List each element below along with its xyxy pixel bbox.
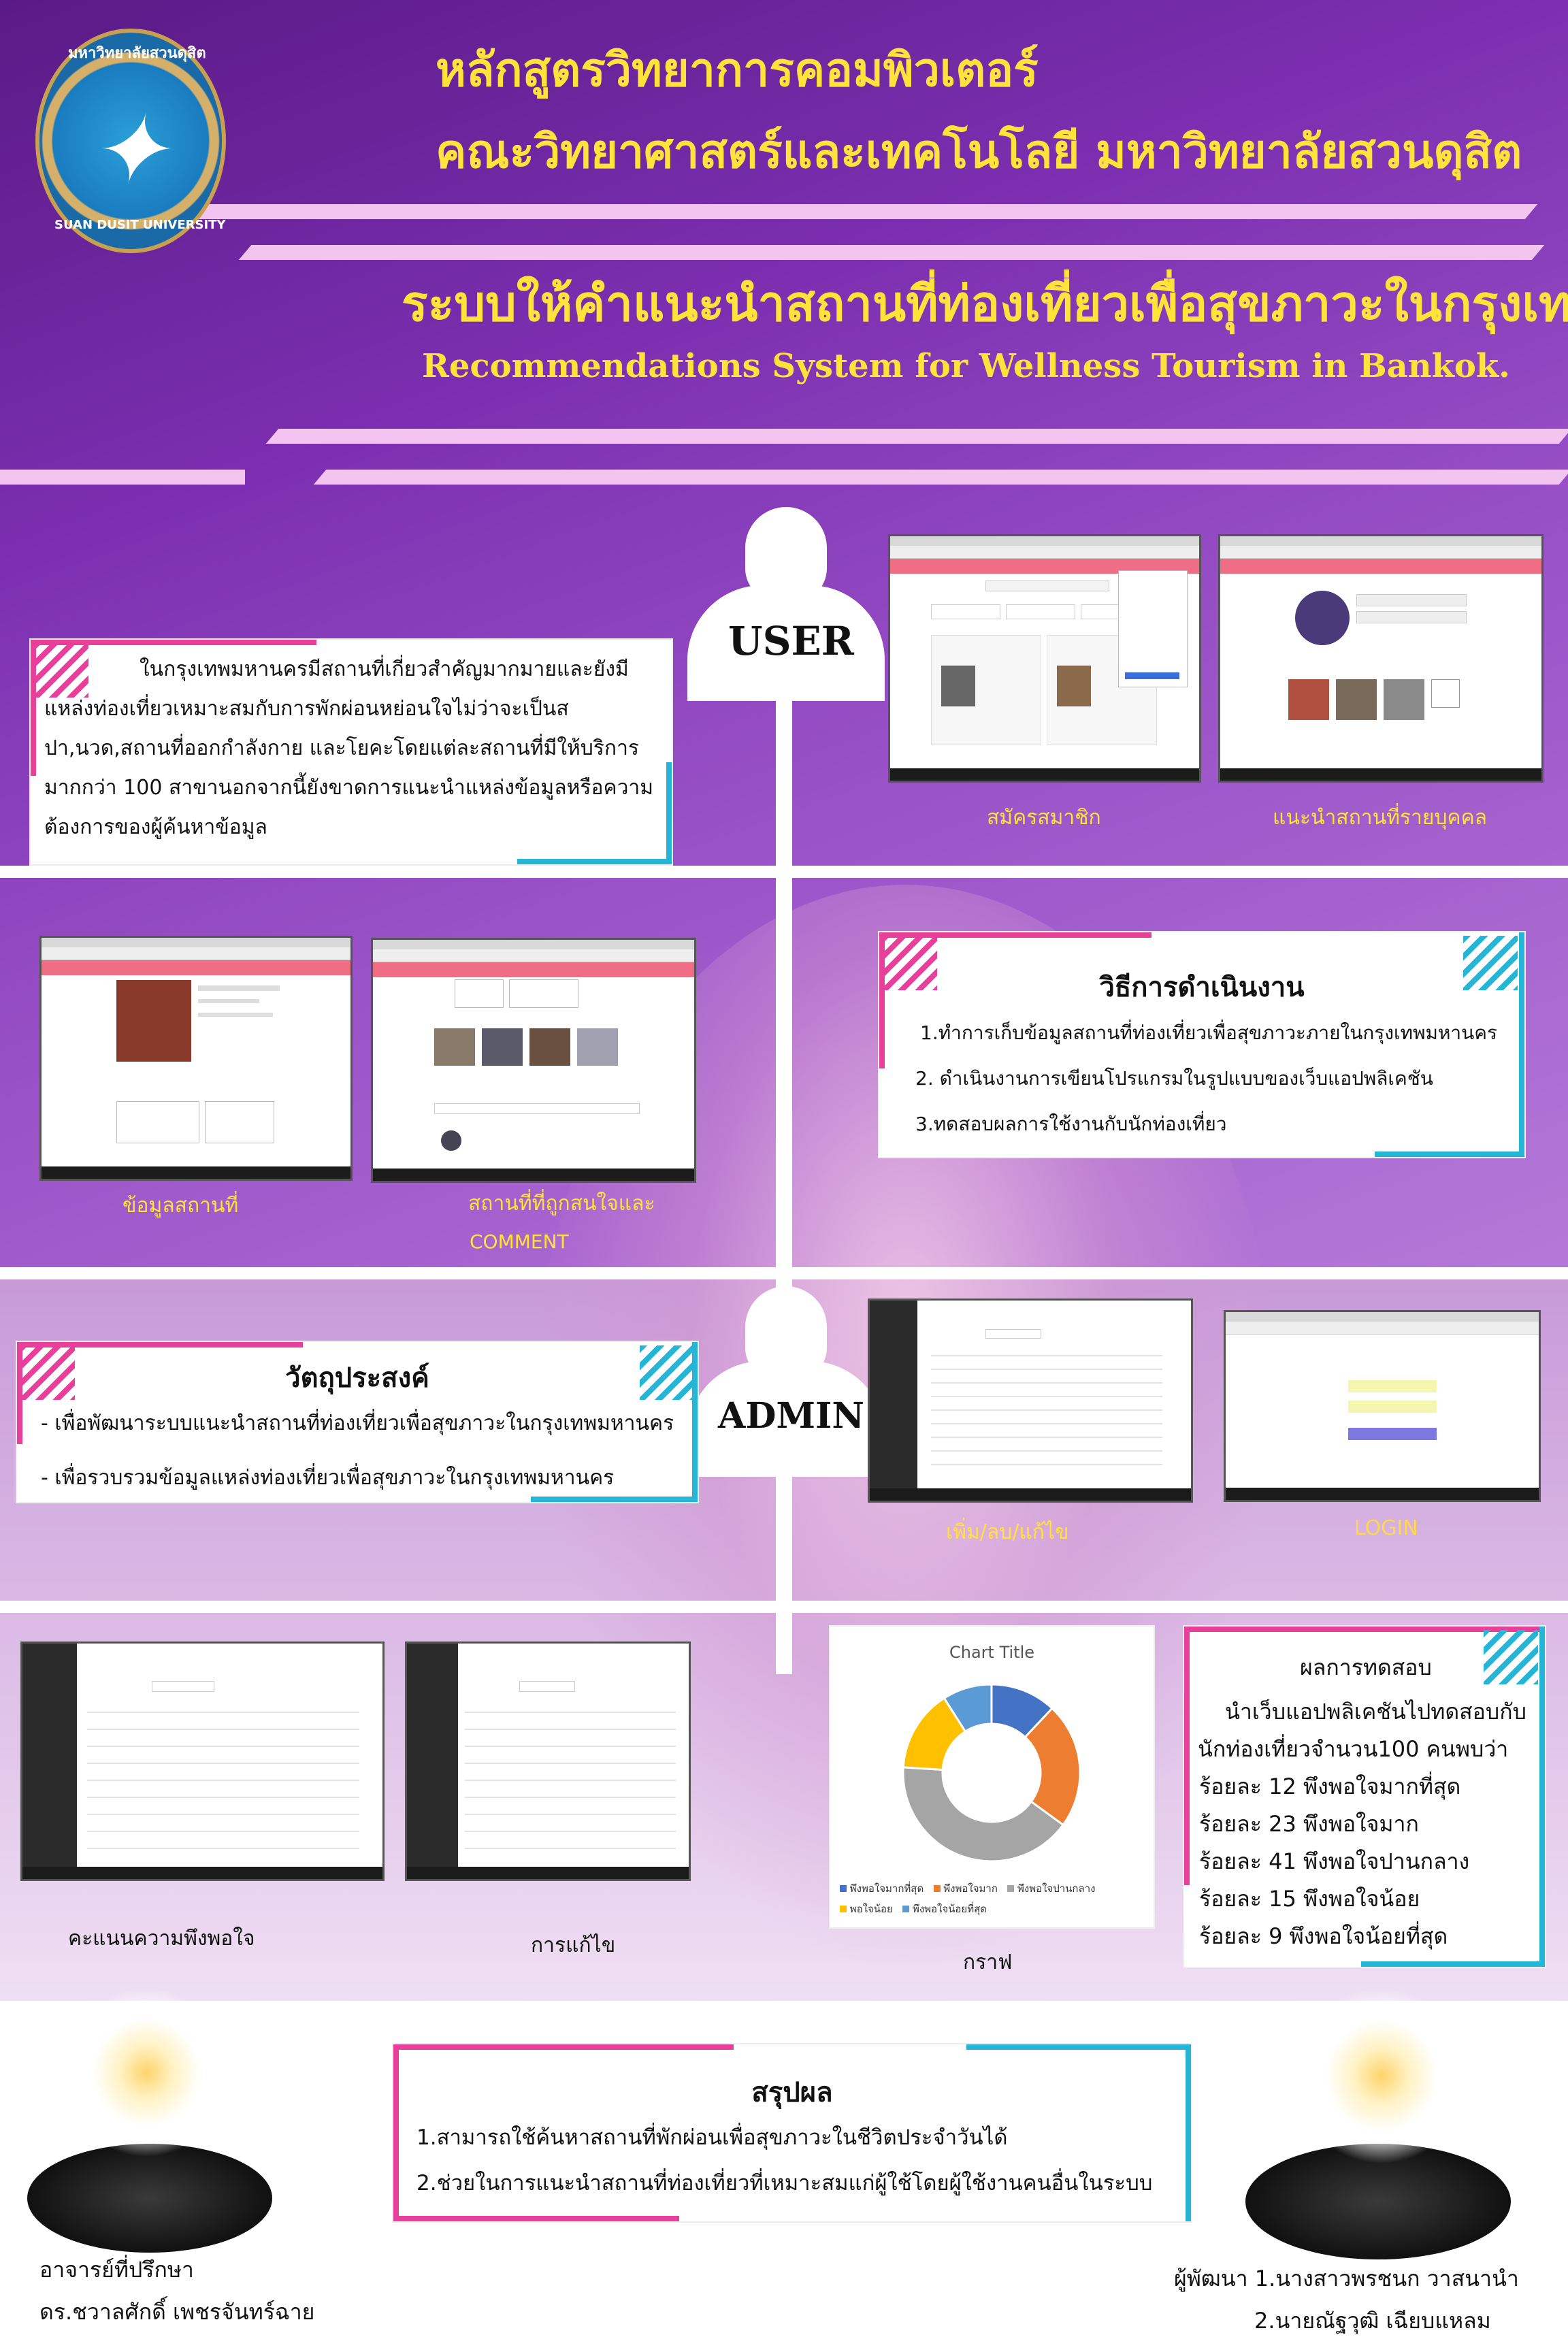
objective-item-2: - เพื่อรวบรวมข้อมูลแหล่งท่องเที่ยวเพื่อส… [41,1466,615,1490]
place-info-screenshot [39,936,353,1181]
logo-arc-text-top: มหาวิทยาลัยสวนดุสิต [68,45,206,62]
editing-screenshot [405,1642,691,1881]
stripe-3 [265,429,1568,444]
frangipani-flower-right [1293,1987,1470,2164]
results-line-4: ร้อยละ 15 พึงพอใจน้อย [1199,1886,1420,1912]
stripe-1 [191,204,1538,219]
intro-bar-right [666,762,672,864]
favorites-caption-line1: สถานที่ที่ถูกสนใจและ [468,1192,655,1215]
spa-stones-left [27,2144,272,2253]
chart-card: Chart Title พึงพอใจมากที่สุด พึงพอใจมาก … [830,1627,1154,1927]
developer-line-1: ผู้พัฒนา 1.นางสาวพรชนก วาสนานำ [1174,2266,1519,2291]
personal-recommend-screenshot [1218,534,1544,783]
graph-caption: กราฟ [963,1950,1013,1974]
spine-h2 [0,1267,1568,1279]
add-edit-caption: เพิ่ม/ลบ/แก้ไข [946,1520,1069,1544]
developer-line-2: 2.นายณัฐวุฒิ เฉียบแหลม [1254,2308,1491,2334]
intro-bar-bottom [517,859,672,864]
advisor-name: ดร.ชวาลศักดิ์ เพชรจันทร์ฉาย [39,2299,315,2325]
intro-bar-left [31,640,36,776]
results-line-1: ร้อยละ 12 พึงพอใจมากที่สุด [1199,1774,1461,1799]
personal-caption: แนะนำสถานที่รายบุคคล [1273,806,1488,830]
frangipani-flower-left [61,1987,231,2157]
method-bar-top [879,932,1152,938]
chart-legend: พึงพอใจมากที่สุด พึงพอใจมาก พึงพอใจปานกล… [840,1878,1146,1919]
intro-bar-top [31,640,316,645]
intro-text: ในกรุงเทพมหานครมีสถานที่เกี่ยวสำคัญมากมา… [44,657,654,839]
legend-item-3: พอใจน้อย [840,1903,893,1915]
register-screenshot [888,534,1201,783]
logo-monogram-icon: ✦ [88,95,169,206]
project-title-thai: ระบบให้คำแนะนำสถานที่ท่องเที่ยวเพื่อสุขภ… [402,275,1568,332]
project-title-english: Recommendations System for Wellness Tour… [422,347,1510,385]
method-item-2: 2. ดำเนินงานการเขียนโปรแกรมในรูปแบบของเว… [915,1067,1433,1090]
results-intro-1: นำเว็บแอปพลิเคชันไปทดสอบกับ [1225,1699,1526,1725]
editing-caption: การแก้ไข [531,1933,616,1957]
method-bar-bottom [1375,1152,1524,1157]
conclusion-bar-top [393,2044,734,2050]
login-screenshot [1224,1310,1541,1502]
objective-heading: วัตถุประสงค์ [285,1362,429,1394]
user-label: USER [728,618,854,664]
legend-item-0: พึงพอใจมากที่สุด [840,1882,924,1895]
satisfaction-screenshot [20,1642,385,1881]
method-item-1: 1.ทำการเก็บข้อมูลสถานที่ท่องเที่ยวเพื่อส… [920,1022,1498,1044]
results-heading: ผลการทดสอบ [1300,1654,1432,1680]
objective-bar-top [17,1342,303,1348]
results-line-5: ร้อยละ 9 พึงพอใจน้อยที่สุด [1199,1923,1448,1949]
method-heading: วิธีการดำเนินงาน [1099,972,1305,1003]
stripe-left [0,470,245,485]
register-caption: สมัครสมาชิก [987,806,1101,830]
stripe-4 [313,470,1568,485]
legend-item-1: พึงพอใจมาก [933,1882,998,1895]
spine-vertical [776,653,792,1674]
login-caption: LOGIN [1354,1516,1418,1540]
place-info-caption: ข้อมูลสถานที่ [122,1194,239,1218]
program-title: หลักสูตรวิทยาการคอมพิวเตอร์ [436,44,1039,97]
faculty-title: คณะวิทยาศาสตร์และเทคโนโลยี มหาวิทยาลัยสว… [436,125,1522,179]
conclusion-bar-top-cyan [966,2044,1191,2050]
spine-h1 [0,866,1568,878]
legend-item-4: พึงพอใจน้อยที่สุด [902,1903,987,1915]
method-item-3: 3.ทดสอบผลการใช้งานกับนักท่องเที่ยว [915,1113,1227,1135]
satisfaction-caption: คะแนนความพึงพอใจ [68,1927,255,1950]
results-corner-cyan [1484,1630,1538,1684]
conclusion-item-1: 1.สามารถใช้ค้นหาสถานที่พักผ่อนเพื่อสุขภา… [416,2125,1008,2150]
admin-label: ADMIN [718,1395,864,1437]
conclusion-item-2: 2.ช่วยในการแนะนำสถานที่ท่องเที่ยวที่เหมา… [416,2171,1153,2195]
legend-item-2: พึงพอใจปานกลาง [1007,1882,1095,1895]
logo-arc-text-bottom: SUAN DUSIT UNIVERSITY [54,218,226,232]
conclusion-bar-bottom-pink [393,2216,679,2221]
objective-bar-bottom [531,1497,698,1502]
results-bar-right [1539,1627,1545,1967]
favorites-screenshot [371,938,696,1183]
results-line-3: ร้อยละ 41 พึงพอใจปานกลาง [1199,1848,1470,1874]
stripe-2 [238,245,1545,260]
advisor-label: อาจารย์ที่ปรึกษา [39,2257,194,2283]
results-intro-2: นักท่องเที่ยวจำนวน100 คนพบว่า [1198,1736,1509,1762]
spine-h3 [0,1601,1568,1613]
conclusion-heading: สรุปผล [751,2077,833,2108]
favorites-caption-line2: COMMENT [470,1230,569,1253]
results-bar-left [1184,1627,1190,1885]
results-bar-bottom [1361,1961,1545,1967]
results-line-2: ร้อยละ 23 พึงพอใจมาก [1199,1811,1419,1837]
objective-item-1: - เพื่อพัฒนาระบบแนะนำสถานที่ท่องเที่ยวเพ… [41,1411,674,1435]
add-edit-screenshot [868,1298,1193,1503]
